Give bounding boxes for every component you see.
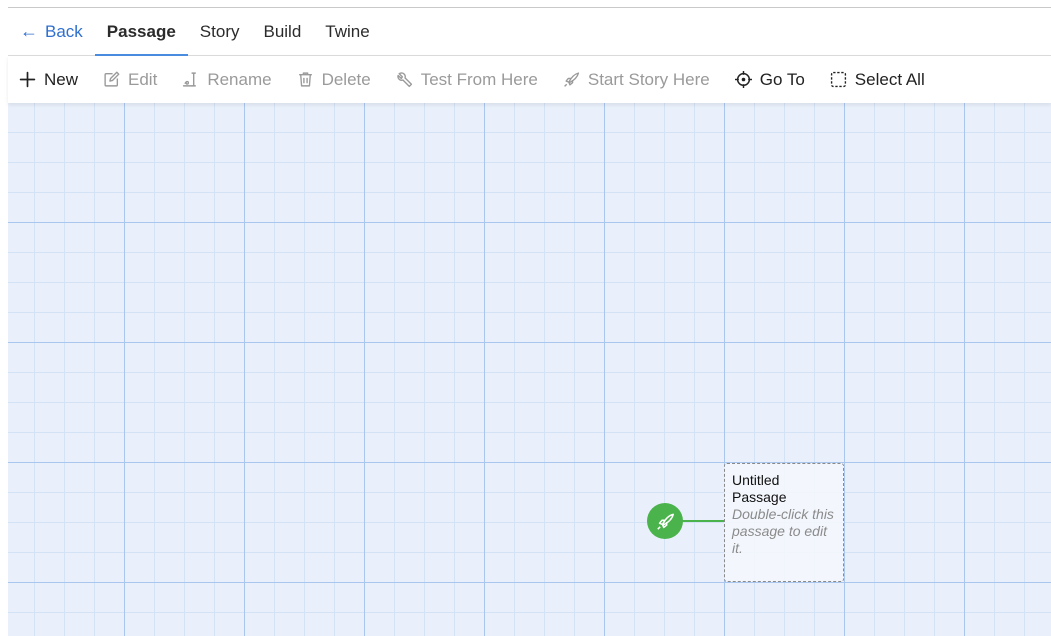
test-from-here-button[interactable]: Test From Here bbox=[396, 70, 538, 90]
trash-icon bbox=[297, 71, 314, 88]
passage-card[interactable]: Untitled Passage Double-click this passa… bbox=[724, 463, 844, 582]
tab-story[interactable]: Story bbox=[188, 8, 252, 56]
start-story-here-button[interactable]: Start Story Here bbox=[563, 70, 710, 90]
new-button[interactable]: New bbox=[19, 70, 78, 90]
edit-button[interactable]: Edit bbox=[103, 70, 157, 90]
arrow-left-icon: ← bbox=[20, 21, 38, 41]
edit-label: Edit bbox=[128, 69, 158, 89]
tool-icon bbox=[396, 71, 413, 88]
delete-button[interactable]: Delete bbox=[297, 70, 371, 90]
start-passage-connector bbox=[680, 520, 724, 522]
start-story-here-label: Start Story Here bbox=[587, 69, 710, 89]
rename-icon bbox=[182, 71, 199, 88]
tab-twine-label: Twine bbox=[325, 21, 370, 41]
tab-passage[interactable]: Passage bbox=[94, 8, 188, 56]
tab-passage-label: Passage bbox=[106, 21, 176, 41]
plus-icon bbox=[19, 71, 36, 88]
go-to-button[interactable]: Go To bbox=[734, 69, 805, 90]
tab-story-label: Story bbox=[199, 21, 240, 41]
story-map-canvas[interactable]: Untitled Passage Double-click this passa… bbox=[8, 103, 1051, 636]
start-passage-badge bbox=[647, 503, 683, 539]
back-label: Back bbox=[45, 21, 83, 41]
top-tab-bar: ← Back Passage Story Build Twine bbox=[8, 8, 1051, 56]
passage-title: Untitled Passage bbox=[732, 472, 787, 505]
select-all-label: Select All bbox=[854, 69, 925, 89]
test-from-here-label: Test From Here bbox=[420, 69, 538, 89]
passage-excerpt: Double-click this passage to edit it. bbox=[732, 506, 834, 556]
tab-build[interactable]: Build bbox=[251, 8, 313, 56]
select-all-button[interactable]: Select All bbox=[830, 70, 925, 90]
back-button[interactable]: ← Back bbox=[18, 8, 95, 56]
rename-label: Rename bbox=[207, 69, 272, 89]
tab-twine[interactable]: Twine bbox=[313, 8, 381, 56]
tab-build-label: Build bbox=[263, 21, 302, 41]
go-to-label: Go To bbox=[759, 69, 805, 89]
passage-toolbar: New Edit Rename Delete Test From Here St… bbox=[8, 56, 1051, 103]
rocket-icon bbox=[656, 512, 675, 531]
crosshair-icon bbox=[734, 71, 752, 88]
new-label: New bbox=[44, 69, 79, 89]
rename-button[interactable]: Rename bbox=[182, 69, 272, 90]
rocket-icon bbox=[563, 71, 580, 88]
marquee-icon bbox=[830, 71, 847, 88]
pencil-icon bbox=[103, 71, 120, 88]
delete-label: Delete bbox=[321, 69, 371, 89]
